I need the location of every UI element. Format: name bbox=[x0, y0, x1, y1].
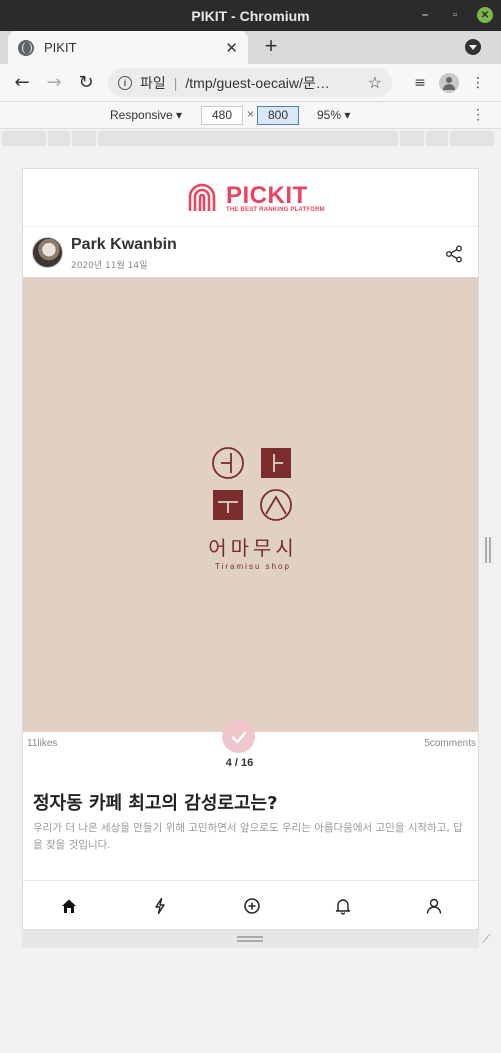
bottom-nav bbox=[23, 880, 478, 929]
resize-handle-right[interactable] bbox=[485, 537, 491, 563]
browser-tab[interactable]: PIKIT ✕ bbox=[8, 31, 248, 64]
globe-icon bbox=[18, 39, 34, 56]
app-header: PICKIT THE BEST RANKING PLATFORM bbox=[23, 169, 478, 227]
resize-corner-icon[interactable]: ⟋ bbox=[482, 932, 496, 946]
post-body: 우리가 더 나은 세상을 만들기 위해 고민하면서 앞으로도 우리는 아름다움에… bbox=[33, 822, 463, 851]
vote-check-button[interactable] bbox=[222, 720, 255, 753]
window-titlebar: PIKIT - Chromium – ▫ ✕ bbox=[0, 0, 501, 31]
info-icon[interactable]: i bbox=[118, 75, 132, 90]
nav-profile[interactable] bbox=[389, 881, 478, 929]
back-icon[interactable]: ← bbox=[6, 67, 38, 99]
url-separator: | bbox=[173, 74, 178, 91]
brand-sub: Tiramisu shop bbox=[215, 562, 291, 571]
address-bar[interactable]: i 파일 | /tmp/guest-oecaiw/문… ☆ bbox=[108, 68, 392, 97]
brand-name: 어마무시 bbox=[208, 536, 298, 560]
likes-count[interactable]: 11likes bbox=[27, 738, 57, 749]
page-indicator: 4 / 16 bbox=[225, 757, 254, 769]
post-title: 정자동 카페 최고의 감성로고는? bbox=[33, 793, 278, 814]
dimension-separator: × bbox=[247, 107, 255, 121]
post-date: 2020년 11월 14일 bbox=[71, 261, 148, 271]
device-more-icon[interactable]: ⋮ bbox=[471, 106, 485, 123]
author-avatar[interactable] bbox=[32, 237, 63, 268]
comments-count[interactable]: 5comments bbox=[424, 738, 476, 749]
menu-kebab-icon[interactable]: ⋮ bbox=[465, 70, 491, 96]
browser-toolbar: ← → ↻ i 파일 | /tmp/guest-oecaiw/문… ☆ ≡ ⋮ bbox=[0, 64, 501, 101]
fingerprint-logo-icon bbox=[188, 183, 216, 211]
media-controls-icon[interactable]: ≡ bbox=[407, 70, 433, 96]
width-input[interactable]: 480 bbox=[201, 106, 243, 125]
url-text[interactable]: /tmp/guest-oecaiw/문… bbox=[185, 73, 367, 93]
height-input[interactable]: 800 bbox=[257, 106, 299, 125]
restore-icon[interactable]: ▫ bbox=[447, 7, 463, 23]
tab-title: PIKIT bbox=[44, 40, 77, 55]
forward-icon[interactable]: → bbox=[38, 67, 70, 99]
close-window-icon[interactable]: ✕ bbox=[477, 7, 493, 23]
window-title: PIKIT - Chromium bbox=[191, 7, 310, 24]
new-tab-button[interactable]: + bbox=[260, 35, 282, 57]
reload-icon[interactable]: ↻ bbox=[70, 67, 102, 99]
tiramisu-shop-logo: 어마무시 Tiramisu shop bbox=[208, 447, 298, 571]
nav-trending[interactable] bbox=[114, 881, 205, 929]
nav-home[interactable] bbox=[23, 881, 114, 929]
nav-notifications[interactable] bbox=[297, 881, 388, 929]
device-viewport: PICKIT THE BEST RANKING PLATFORM Park Kw… bbox=[22, 168, 479, 930]
tab-search-icon[interactable] bbox=[465, 39, 481, 55]
check-icon bbox=[231, 731, 246, 743]
tab-close-icon[interactable]: ✕ bbox=[225, 39, 238, 57]
device-toolbar: Responsive ▾ 480 × 800 95% ▾ ⋮ bbox=[0, 101, 501, 129]
bolt-icon bbox=[155, 897, 165, 915]
tab-strip: PIKIT ✕ + bbox=[0, 31, 501, 64]
toolbar-actions: ≡ ⋮ bbox=[407, 64, 501, 101]
plus-circle-icon bbox=[243, 898, 260, 914]
device-mode-label: Responsive bbox=[110, 108, 173, 122]
user-icon bbox=[427, 898, 442, 914]
nav-add[interactable] bbox=[206, 881, 297, 929]
profile-icon[interactable] bbox=[439, 72, 459, 93]
device-mode-select[interactable]: Responsive ▾ bbox=[110, 108, 182, 122]
bookmark-star-icon[interactable]: ☆ bbox=[368, 73, 382, 93]
minimize-icon[interactable]: – bbox=[417, 7, 433, 23]
bell-icon bbox=[335, 899, 351, 915]
url-scheme: 파일 bbox=[140, 74, 166, 91]
share-icon[interactable] bbox=[445, 245, 463, 263]
app-logo-text[interactable]: PICKIT bbox=[226, 182, 308, 210]
post-header: Park Kwanbin 2020년 11월 14일 bbox=[23, 227, 478, 277]
author-name[interactable]: Park Kwanbin bbox=[71, 236, 177, 254]
home-icon bbox=[61, 899, 76, 913]
media-query-ruler[interactable] bbox=[0, 130, 501, 147]
window-controls: – ▫ ✕ bbox=[417, 7, 493, 23]
zoom-select[interactable]: 95% ▾ bbox=[317, 108, 350, 122]
app-logo-tagline: THE BEST RANKING PLATFORM bbox=[226, 207, 325, 213]
zoom-label: 95% bbox=[317, 108, 342, 122]
resize-handle-bottom[interactable] bbox=[237, 936, 263, 942]
post-image[interactable]: 어마무시 Tiramisu shop bbox=[23, 277, 478, 732]
